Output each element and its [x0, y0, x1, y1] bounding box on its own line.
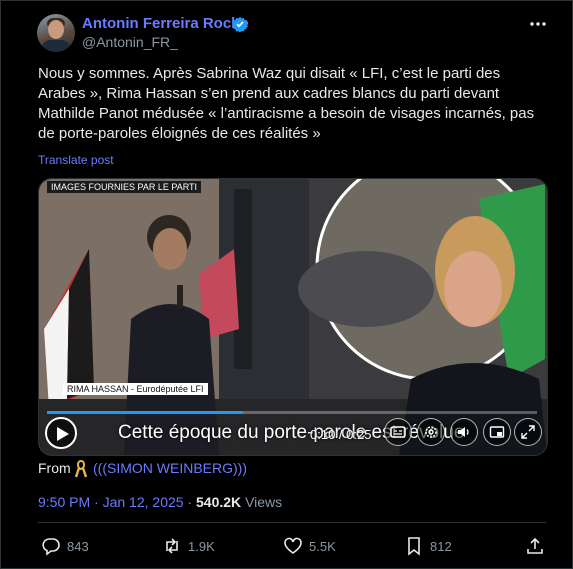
meta-separator: · [90, 494, 103, 510]
video-lower-third: RIMA HASSAN - Eurodéputée LFI [63, 383, 208, 395]
captions-icon [390, 426, 406, 438]
gear-icon [425, 426, 437, 438]
timestamp-link[interactable]: 9:50 PM · Jan 12, 2025 [38, 494, 184, 510]
play-icon [57, 427, 69, 441]
author-name[interactable]: Antonin Ferreira Roche [82, 15, 249, 32]
author-avatar[interactable] [37, 14, 75, 52]
speaker-icon [458, 427, 469, 437]
tweet-card: Antonin Ferreira Roche @Antonin_FR_ Nous… [0, 0, 573, 569]
picture-in-picture-button[interactable] [483, 418, 511, 446]
translate-post-link[interactable]: Translate post [38, 153, 114, 167]
video-progress-bar[interactable] [47, 411, 537, 414]
heart-icon [284, 537, 302, 554]
fullscreen-button[interactable] [514, 418, 542, 446]
fullscreen-icon [521, 425, 535, 439]
reply-count: 843 [67, 539, 89, 554]
attribution-source-link[interactable]: (((SIMON WEINBERG))) [93, 460, 247, 476]
view-count: 540.2K [196, 494, 242, 510]
settings-button[interactable] [417, 418, 445, 446]
like-count: 5.5K [309, 539, 336, 554]
views-label: Views [245, 494, 283, 510]
captions-button[interactable] [384, 418, 412, 446]
divider [38, 522, 546, 523]
pip-icon [489, 426, 505, 438]
bookmark-icon [408, 537, 420, 556]
verified-badge-icon [232, 17, 248, 32]
repost-count: 1.9K [188, 539, 215, 554]
video-source-tag: IMAGES FOURNIES PAR LE PARTI [47, 181, 202, 193]
repost-icon [166, 538, 178, 554]
video-subtitle: Cette époque du porte-parole est révolue [118, 422, 465, 443]
attribution-prefix: From [38, 460, 71, 476]
tweet-text: Nous y sommes. Après Sabrina Waz qui dis… [38, 65, 535, 142]
mute-button[interactable] [450, 418, 478, 446]
ribbon-icon [74, 460, 88, 478]
bookmark-count: 812 [430, 539, 452, 554]
tweet-meta: 9:50 PM · Jan 12, 2025 · 540.2K Views [38, 494, 282, 510]
meta-separator-2: · [183, 494, 197, 510]
video-progress-fill [47, 411, 243, 414]
author-handle[interactable]: @Antonin_FR_ [82, 34, 178, 50]
reply-icon [42, 538, 60, 556]
play-button[interactable] [45, 417, 77, 449]
more-options-icon[interactable] [528, 16, 548, 32]
share-icon [527, 537, 543, 554]
lower-third-label: RIMA HASSAN - Eurodéputée LFI [63, 383, 208, 395]
video-timecode: 0:10 / 0:25 [310, 427, 372, 442]
tweet-date: Jan 12, 2025 [102, 494, 184, 510]
tweet-time: 9:50 PM [38, 494, 91, 510]
video-player[interactable]: IMAGES FOURNIES PAR LE PARTI RIMA HASSAN… [38, 178, 548, 456]
